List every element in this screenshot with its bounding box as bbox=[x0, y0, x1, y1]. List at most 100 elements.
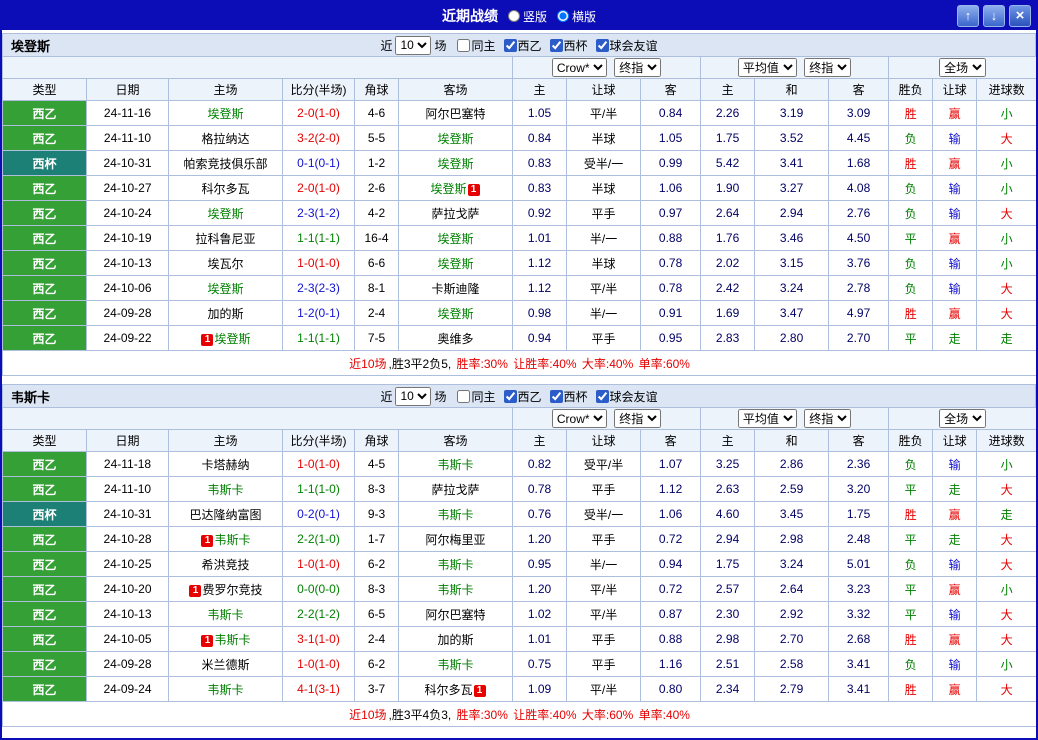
filter-option-同主[interactable]: 同主 bbox=[457, 37, 496, 54]
europe-final-select[interactable]: 终指 bbox=[804, 58, 852, 77]
team-name-link[interactable]: 科尔多瓦 bbox=[425, 683, 473, 697]
team-name-link[interactable]: 米兰德斯 bbox=[201, 658, 249, 672]
team-name-link[interactable]: 阿尔巴塞特 bbox=[426, 107, 486, 121]
score-link[interactable]: 2-0(1-0) bbox=[297, 181, 340, 195]
score-link[interactable]: 2-2(1-0) bbox=[297, 532, 340, 546]
score-link[interactable]: 3-2(2-0) bbox=[297, 131, 340, 145]
score-link[interactable]: 2-3(1-2) bbox=[297, 206, 340, 220]
checkbox-西乙[interactable] bbox=[503, 389, 517, 403]
handicap-final-select[interactable]: 终指 bbox=[614, 58, 662, 77]
team-name-link[interactable]: 埃登斯 bbox=[214, 332, 250, 346]
team-name-link[interactable]: 埃登斯 bbox=[438, 157, 474, 171]
team-name-link[interactable]: 韦斯卡 bbox=[438, 558, 474, 572]
filter-option-球会友谊[interactable]: 球会友谊 bbox=[595, 37, 658, 54]
team-name-link[interactable]: 埃登斯 bbox=[207, 107, 243, 121]
team-name-link[interactable]: 阿尔梅里亚 bbox=[426, 533, 486, 547]
team-name-link[interactable]: 埃登斯 bbox=[431, 182, 467, 196]
scope-select[interactable]: 全场 bbox=[939, 409, 987, 428]
team-name-link[interactable]: 埃登斯 bbox=[207, 207, 243, 221]
col-corner: 角球 bbox=[354, 429, 399, 452]
team-name-link[interactable]: 埃登斯 bbox=[207, 282, 243, 296]
team-name-link[interactable]: 希洪竞技 bbox=[201, 558, 249, 572]
score-link[interactable]: 1-0(1-0) bbox=[297, 557, 340, 571]
move-down-button[interactable]: ↓ bbox=[983, 5, 1005, 27]
team-name-link[interactable]: 韦斯卡 bbox=[207, 683, 243, 697]
europe-final-select[interactable]: 终指 bbox=[804, 409, 852, 428]
team-name-link[interactable]: 费罗尔竞技 bbox=[202, 583, 262, 597]
team-name-link[interactable]: 埃登斯 bbox=[438, 232, 474, 246]
filter-option-西杯[interactable]: 西杯 bbox=[549, 37, 588, 54]
team-name-link[interactable]: 埃登斯 bbox=[438, 307, 474, 321]
score-link[interactable]: 2-0(1-0) bbox=[297, 106, 340, 120]
team-name-link[interactable]: 埃登斯 bbox=[438, 132, 474, 146]
team-name-link[interactable]: 阿尔巴塞特 bbox=[426, 608, 486, 622]
score-link[interactable]: 0-1(0-1) bbox=[297, 156, 340, 170]
team-name-link[interactable]: 萨拉戈萨 bbox=[432, 207, 480, 221]
close-button[interactable]: × bbox=[1009, 5, 1031, 27]
score-link[interactable]: 1-1(1-0) bbox=[297, 482, 340, 496]
team-name-link[interactable]: 埃登斯 bbox=[438, 257, 474, 271]
filter-option-西杯[interactable]: 西杯 bbox=[549, 388, 588, 405]
score-link[interactable]: 1-0(1-0) bbox=[297, 457, 340, 471]
score-link[interactable]: 1-0(1-0) bbox=[297, 256, 340, 270]
team-name-link[interactable]: 韦斯卡 bbox=[207, 483, 243, 497]
score-link[interactable]: 0-2(0-1) bbox=[297, 507, 340, 521]
team-name-link[interactable]: 韦斯卡 bbox=[438, 508, 474, 522]
team-name-link[interactable]: 韦斯卡 bbox=[214, 533, 250, 547]
team-name-link[interactable]: 巴达隆纳富图 bbox=[189, 508, 261, 522]
team-name-link[interactable]: 埃瓦尔 bbox=[207, 257, 243, 271]
score-link[interactable]: 1-0(1-0) bbox=[297, 657, 340, 671]
scope-select[interactable]: 全场 bbox=[939, 58, 987, 77]
vertical-layout-radio[interactable] bbox=[507, 10, 520, 22]
result-outcome: 负 bbox=[888, 125, 934, 151]
score-link[interactable]: 4-1(3-1) bbox=[297, 682, 340, 696]
team-name-link[interactable]: 卡塔赫纳 bbox=[201, 458, 249, 472]
checkbox-球会友谊[interactable] bbox=[595, 38, 609, 52]
move-up-button[interactable]: ↑ bbox=[957, 5, 979, 27]
bookmaker-select[interactable]: Crow* bbox=[551, 58, 607, 77]
team-name-link[interactable]: 格拉纳达 bbox=[201, 132, 249, 146]
score-link[interactable]: 2-3(2-3) bbox=[297, 281, 340, 295]
team-name-link[interactable]: 加的斯 bbox=[207, 307, 243, 321]
score-link[interactable]: 3-1(1-0) bbox=[297, 632, 340, 646]
col-eu-draw: 和 bbox=[754, 78, 830, 101]
match-count-select[interactable]: 10 bbox=[395, 386, 432, 406]
filter-option-同主[interactable]: 同主 bbox=[457, 388, 496, 405]
date-cell: 24-09-24 bbox=[86, 676, 169, 702]
score-link[interactable]: 1-1(1-1) bbox=[297, 331, 340, 345]
average-select[interactable]: 平均值 bbox=[737, 58, 797, 77]
team-name-link[interactable]: 萨拉戈萨 bbox=[432, 483, 480, 497]
checkbox-同主[interactable] bbox=[457, 389, 471, 403]
layout-option-vertical[interactable]: 竖版 bbox=[507, 8, 547, 25]
score-link[interactable]: 1-2(0-1) bbox=[297, 306, 340, 320]
checkbox-西杯[interactable] bbox=[549, 389, 563, 403]
layout-option-horizontal[interactable]: 横版 bbox=[557, 8, 596, 25]
score-link[interactable]: 2-2(1-2) bbox=[297, 607, 340, 621]
team-name-link[interactable]: 韦斯卡 bbox=[438, 658, 474, 672]
team-name-link[interactable]: 韦斯卡 bbox=[214, 633, 250, 647]
score-link[interactable]: 1-1(1-1) bbox=[297, 231, 340, 245]
team-name-link[interactable]: 科尔多瓦 bbox=[201, 182, 249, 196]
ah-home-odds: 1.20 bbox=[512, 576, 568, 602]
team-name-link[interactable]: 奥维多 bbox=[438, 332, 474, 346]
team-name-link[interactable]: 加的斯 bbox=[438, 633, 474, 647]
team-name-link[interactable]: 帕索竞技俱乐部 bbox=[183, 157, 267, 171]
bookmaker-select[interactable]: Crow* bbox=[551, 409, 607, 428]
average-select[interactable]: 平均值 bbox=[737, 409, 797, 428]
checkbox-同主[interactable] bbox=[457, 38, 471, 52]
handicap-final-select[interactable]: 终指 bbox=[614, 409, 662, 428]
checkbox-球会友谊[interactable] bbox=[595, 389, 609, 403]
match-count-select[interactable]: 10 bbox=[395, 35, 432, 55]
checkbox-西杯[interactable] bbox=[549, 38, 563, 52]
team-name-link[interactable]: 韦斯卡 bbox=[438, 583, 474, 597]
filter-option-球会友谊[interactable]: 球会友谊 bbox=[595, 388, 658, 405]
horizontal-layout-radio[interactable] bbox=[557, 10, 569, 22]
score-link[interactable]: 0-0(0-0) bbox=[297, 582, 340, 596]
checkbox-西乙[interactable] bbox=[503, 38, 517, 52]
team-name-link[interactable]: 韦斯卡 bbox=[207, 608, 243, 622]
team-name-link[interactable]: 卡斯迪隆 bbox=[432, 282, 480, 296]
team-name-link[interactable]: 拉科鲁尼亚 bbox=[195, 232, 255, 246]
filter-option-西乙[interactable]: 西乙 bbox=[503, 388, 542, 405]
team-name-link[interactable]: 韦斯卡 bbox=[438, 458, 474, 472]
filter-option-西乙[interactable]: 西乙 bbox=[503, 37, 542, 54]
